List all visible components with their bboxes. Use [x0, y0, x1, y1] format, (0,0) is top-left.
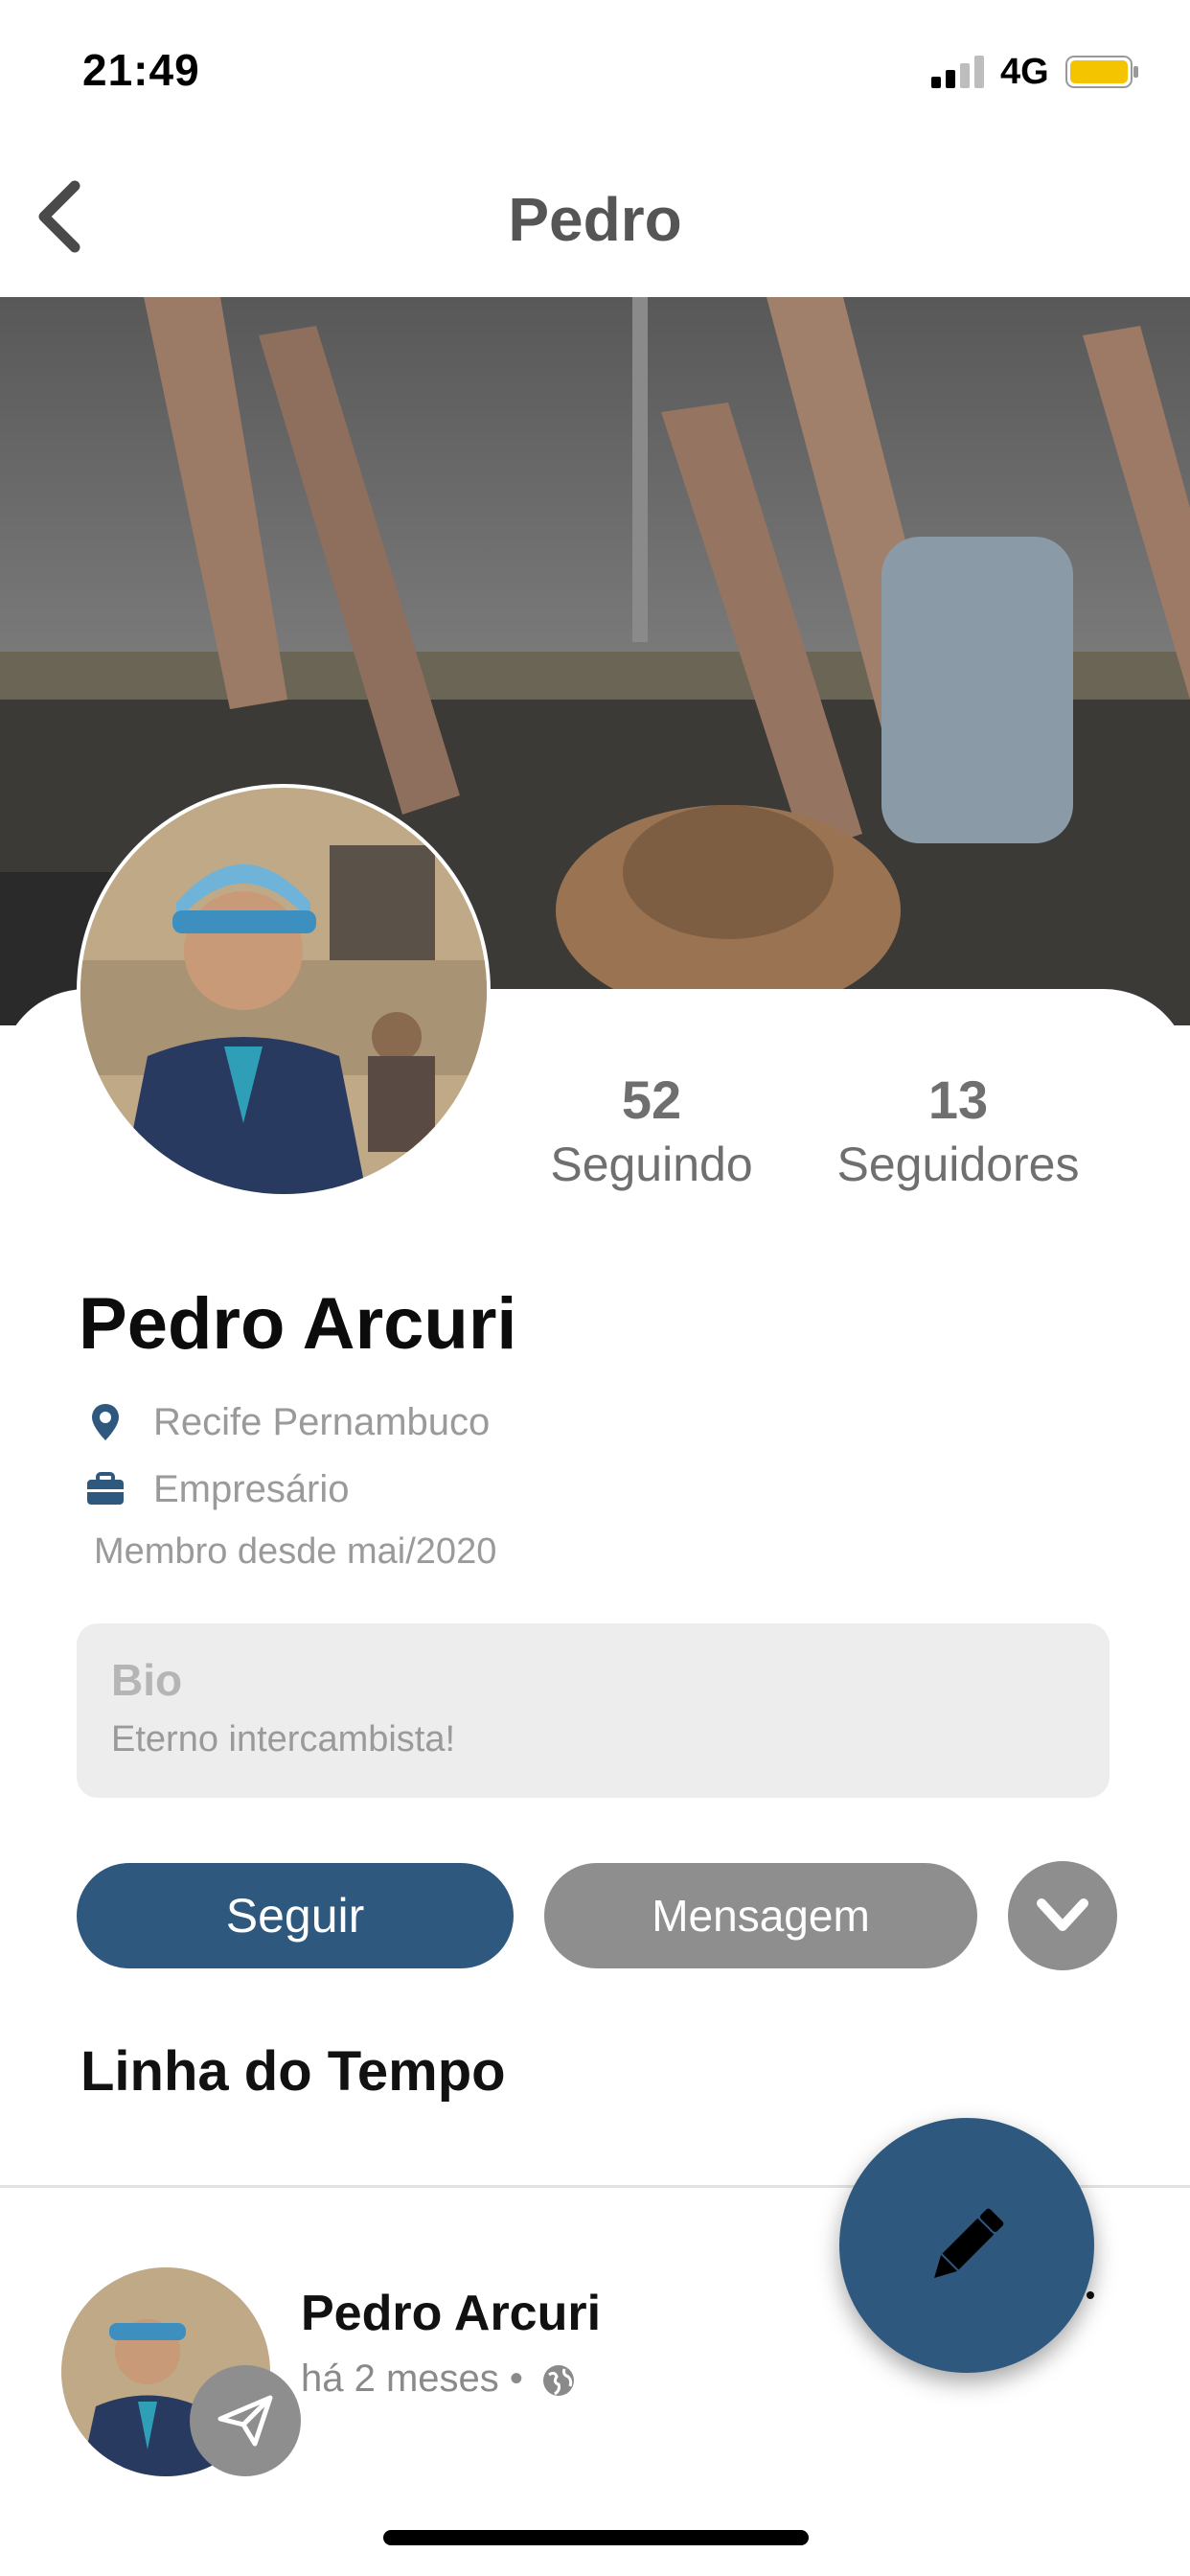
occupation-row: Empresário — [84, 1466, 350, 1511]
globe-icon — [543, 2365, 575, 2397]
bio-box: Bio Eterno intercambista! — [77, 1623, 1110, 1798]
profile-avatar[interactable] — [77, 784, 491, 1198]
occupation-text: Empresário — [153, 1467, 350, 1510]
home-indicator — [383, 2530, 809, 2545]
battery-icon — [1065, 56, 1138, 88]
message-button[interactable]: Mensagem — [544, 1863, 977, 1968]
share-button[interactable] — [190, 2365, 301, 2476]
post-author-name[interactable]: Pedro Arcuri — [301, 2285, 601, 2342]
more-options-button[interactable] — [1008, 1861, 1117, 1970]
post-time-text: há 2 meses • — [301, 2358, 523, 2400]
status-bar: 21:49 4G — [0, 0, 1190, 144]
new-post-fab[interactable] — [839, 2118, 1094, 2373]
page-title: Pedro — [508, 185, 682, 254]
follow-button[interactable]: Seguir — [77, 1863, 514, 1968]
followers-label: Seguidores — [836, 1138, 1080, 1191]
network-type: 4G — [1000, 52, 1049, 92]
briefcase-icon — [87, 1472, 124, 1506]
bio-text: Eterno intercambista! — [111, 1719, 456, 1760]
post-timestamp: há 2 meses • — [301, 2358, 576, 2401]
location-text: Recife Pernambuco — [153, 1400, 491, 1443]
followers-count: 13 — [927, 1070, 989, 1130]
navigation-bar: Pedro — [0, 144, 1190, 297]
following-label: Seguindo — [550, 1138, 753, 1191]
chevron-down-icon — [1037, 1898, 1088, 1931]
location-row: Recife Pernambuco — [84, 1399, 490, 1444]
paper-plane-icon — [217, 2395, 273, 2447]
timeline-title: Linha do Tempo — [80, 2040, 506, 2103]
following-count: 52 — [621, 1070, 682, 1130]
member-since: Membro desde mai/2020 — [94, 1531, 497, 1572]
profile-name: Pedro Arcuri — [79, 1283, 517, 1365]
followers-stat[interactable]: 13 Seguidores — [814, 1069, 1102, 1192]
pencil-icon — [934, 2208, 1004, 2278]
following-stat[interactable]: 52 Seguindo — [508, 1069, 795, 1192]
bio-title: Bio — [111, 1655, 183, 1705]
location-pin-icon — [92, 1404, 119, 1441]
status-time: 21:49 — [82, 45, 200, 95]
signal-icon — [931, 56, 984, 88]
